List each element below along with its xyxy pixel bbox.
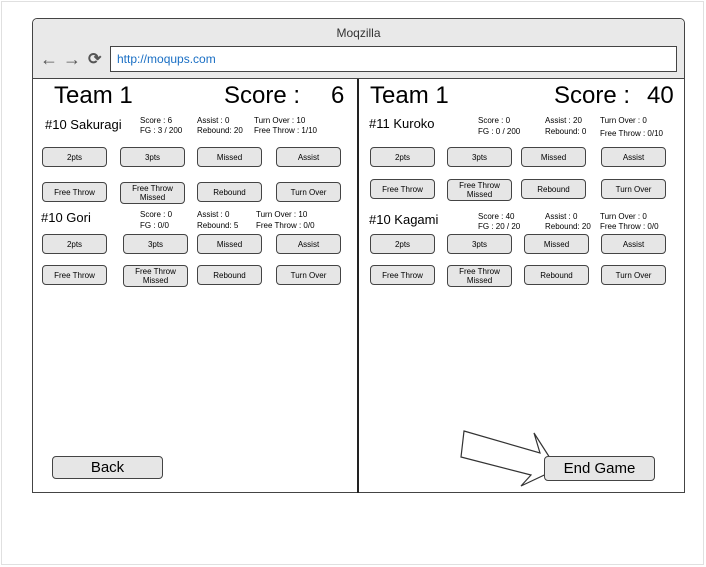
team-name: Team 1 xyxy=(54,82,133,109)
player-fg-stat: FG : 0 / 200 xyxy=(478,127,521,136)
missed-button[interactable]: Missed xyxy=(197,234,262,254)
team-name: Team 1 xyxy=(370,82,449,109)
player-assist-stat: Assist : 0 xyxy=(197,210,230,219)
arrow-left-icon[interactable]: ← xyxy=(40,50,58,68)
free-throw-missed-button[interactable]: Free Throw Missed xyxy=(447,179,512,201)
player-turnover-stat: Turn Over : 0 xyxy=(600,116,647,125)
team-panel-right: Team 1 Score : 40 #11 Kuroko Score : 0 F… xyxy=(359,79,685,493)
three-points-button[interactable]: 3pts xyxy=(447,234,512,254)
two-points-button[interactable]: 2pts xyxy=(42,234,107,254)
three-points-button[interactable]: 3pts xyxy=(447,147,512,167)
three-points-button[interactable]: 3pts xyxy=(120,147,185,167)
turnover-button[interactable]: Turn Over xyxy=(601,179,666,199)
turnover-button[interactable]: Turn Over xyxy=(601,265,666,285)
rebound-button[interactable]: Rebound xyxy=(197,182,262,202)
player-rebound-stat: Rebound: 5 xyxy=(197,221,239,230)
two-points-button[interactable]: 2pts xyxy=(42,147,107,167)
turnover-button[interactable]: Turn Over xyxy=(276,265,341,285)
reload-icon[interactable]: ⟳ xyxy=(88,51,101,69)
assist-button[interactable]: Assist xyxy=(601,147,666,167)
missed-button[interactable]: Missed xyxy=(521,147,586,167)
player-freethrow-stat: Free Throw : 0/0 xyxy=(600,222,659,231)
player-score-stat: Score : 0 xyxy=(478,116,511,125)
score-value: 6 xyxy=(331,82,345,109)
browser-window: Moqzilla ← → ⟳ http://moqups.com Team 1 … xyxy=(32,18,685,493)
assist-button[interactable]: Assist xyxy=(276,147,341,167)
free-throw-missed-button[interactable]: Free Throw Missed xyxy=(123,265,188,287)
address-bar[interactable]: http://moqups.com xyxy=(110,46,677,72)
turnover-button[interactable]: Turn Over xyxy=(276,182,341,202)
free-throw-button[interactable]: Free Throw xyxy=(42,265,107,285)
player-freethrow-stat: Free Throw : 0/10 xyxy=(600,129,663,138)
player-assist-stat: Assist : 20 xyxy=(545,116,582,125)
missed-button[interactable]: Missed xyxy=(197,147,262,167)
free-throw-button[interactable]: Free Throw xyxy=(42,182,107,202)
player-fg-stat: FG : 3 / 200 xyxy=(140,126,183,135)
free-throw-button[interactable]: Free Throw xyxy=(370,265,435,285)
two-points-button[interactable]: 2pts xyxy=(370,147,435,167)
missed-button[interactable]: Missed xyxy=(524,234,589,254)
end-game-button[interactable]: End Game xyxy=(544,456,655,481)
player-freethrow-stat: Free Throw : 1/10 xyxy=(254,126,317,135)
player-turnover-stat: Turn Over : 10 xyxy=(256,210,308,219)
three-points-button[interactable]: 3pts xyxy=(123,234,188,254)
player-name: #10 Kagami xyxy=(369,212,439,227)
player-score-stat: Score : 0 xyxy=(140,210,173,219)
player-freethrow-stat: Free Throw : 0/0 xyxy=(256,221,315,230)
free-throw-button[interactable]: Free Throw xyxy=(370,179,435,199)
player-name: #10 Sakuragi xyxy=(45,117,122,132)
arrow-right-icon[interactable]: → xyxy=(63,50,81,68)
assist-button[interactable]: Assist xyxy=(601,234,666,254)
player-fg-stat: FG : 20 / 20 xyxy=(478,222,521,231)
free-throw-missed-button[interactable]: Free Throw Missed xyxy=(447,265,512,287)
score-label: Score : xyxy=(554,82,631,109)
window-title: Moqzilla xyxy=(336,26,381,40)
rebound-button[interactable]: Rebound xyxy=(524,265,589,285)
player-rebound-stat: Rebound: 20 xyxy=(545,222,591,231)
free-throw-missed-button[interactable]: Free Throw Missed xyxy=(120,182,185,204)
score-label: Score : xyxy=(224,82,301,109)
rebound-button[interactable]: Rebound xyxy=(197,265,262,285)
player-fg-stat: FG : 0/0 xyxy=(140,221,169,230)
two-points-button[interactable]: 2pts xyxy=(370,234,435,254)
player-name: #10 Gori xyxy=(41,210,91,225)
rebound-button[interactable]: Rebound xyxy=(521,179,586,199)
back-button[interactable]: Back xyxy=(52,456,163,479)
team-panel-left: Team 1 Score : 6 #10 Sakuragi Score : 6 … xyxy=(33,79,359,493)
score-value: 40 xyxy=(647,82,674,109)
player-name: #11 Kuroko xyxy=(369,116,435,131)
title-bar: Moqzilla ← → ⟳ http://moqups.com xyxy=(33,19,684,79)
assist-button[interactable]: Assist xyxy=(276,234,341,254)
player-rebound-stat: Rebound: 20 xyxy=(197,126,243,135)
player-rebound-stat: Rebound: 0 xyxy=(545,127,587,136)
